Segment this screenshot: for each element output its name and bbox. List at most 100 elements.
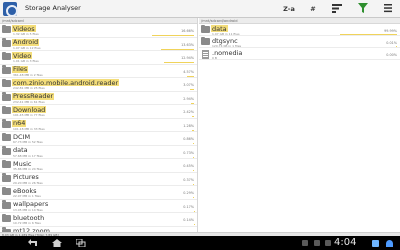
left-item-meta: 361.48 MB in 2 files xyxy=(13,72,43,77)
left-row[interactable]: Music 35.86 MB in 24 files 0.45% xyxy=(0,159,197,173)
folder-icon xyxy=(2,132,11,141)
left-item-percent: 1.28% xyxy=(183,123,194,128)
usage-bar xyxy=(340,33,397,35)
folder-icon xyxy=(2,51,11,60)
left-item-meta: 1.32 GB in 5 files xyxy=(13,32,39,37)
left-item-meta: 10.72 MB in 6 files xyxy=(13,221,41,226)
wifi-icon xyxy=(386,240,393,247)
left-item-percent: 0.86% xyxy=(183,137,194,141)
usb-icon xyxy=(314,240,320,246)
left-item-meta: 29.20 MB in 26 files xyxy=(13,180,43,185)
notification-icon xyxy=(302,240,308,246)
left-item-meta: 232.41 MB in 61 files xyxy=(13,99,45,104)
folder-icon xyxy=(2,24,11,33)
folder-icon xyxy=(2,92,11,101)
right-item-meta: 120.74 KB in 1 files xyxy=(212,43,242,48)
left-row[interactable]: bluetooth 10.72 MB in 6 files 0.14% xyxy=(0,213,197,227)
left-item-meta: 1.01 GB in 3 files xyxy=(13,59,39,64)
left-item-meta: 22.97 MB in 1 files xyxy=(13,194,41,199)
left-row[interactable]: wallpapers 13.05 MB in 14 files 0.17% xyxy=(0,200,197,213)
left-row[interactable]: n64 101.18 MB in 33 files 1.28% xyxy=(0,119,197,132)
usage-bar xyxy=(152,35,194,36)
back-icon[interactable] xyxy=(28,239,38,247)
left-row[interactable]: Download 191.45 MB in 77 files 2.42% xyxy=(0,105,197,119)
file-icon xyxy=(202,50,209,59)
right-item-percent: 99.99% xyxy=(384,29,397,33)
left-row[interactable]: DCIM 67.73 MB in 52 files 0.86% xyxy=(0,132,197,146)
app-icon[interactable] xyxy=(3,2,18,17)
left-item-meta: 13.05 MB in 14 files xyxy=(13,207,43,212)
usage-bar xyxy=(192,129,194,131)
left-row[interactable]: data 57.68 MB in 17 files 0.73% xyxy=(0,146,197,159)
home-icon[interactable] xyxy=(52,239,62,247)
filter-icon[interactable] xyxy=(357,3,369,15)
usage-bar xyxy=(191,116,194,117)
usage-bar xyxy=(193,170,194,171)
right-item-percent: 0.00% xyxy=(386,53,397,57)
left-item-meta: 67.73 MB in 52 files xyxy=(13,140,43,145)
left-row[interactable]: Files 361.48 MB in 2 files 4.57% xyxy=(0,65,197,78)
app-title: Storage Analyser xyxy=(25,4,81,12)
left-item-percent: 12.94% xyxy=(181,56,194,60)
left-item-percent: 2.42% xyxy=(183,110,194,114)
usage-bar xyxy=(192,143,194,144)
usage-bar xyxy=(192,156,194,158)
battery-icon xyxy=(372,240,379,247)
sort-by-count-button[interactable]: # xyxy=(307,3,319,15)
folder-icon xyxy=(2,105,11,114)
clock: 4:04 xyxy=(334,237,357,248)
folder-icon xyxy=(2,186,11,195)
left-row[interactable]: com.zinio.mobile.android.reader 242.81 MB… xyxy=(0,78,197,92)
left-row[interactable]: Videos 1.32 GB in 5 files 16.66% xyxy=(0,24,197,38)
left-row[interactable]: eBooks 22.97 MB in 1 files 0.29% xyxy=(0,186,197,200)
folder-icon xyxy=(2,146,11,155)
usage-bar xyxy=(193,183,194,185)
left-row[interactable]: Pictures 29.20 MB in 26 files 0.37% xyxy=(0,173,197,186)
usage-bar xyxy=(161,48,194,50)
right-pane: /mnt/sdcard/android data 1.07 GB in 11 fi… xyxy=(199,18,400,232)
left-item-meta: 35.86 MB in 24 files xyxy=(13,167,43,172)
usage-bar xyxy=(396,45,397,47)
size-icon[interactable] xyxy=(331,3,343,15)
left-item-percent: 16.66% xyxy=(181,29,194,33)
folder-icon xyxy=(2,213,11,222)
right-row[interactable]: dtgsync 120.74 KB in 1 files 0.01% xyxy=(199,36,400,48)
system-bar: 4:04 xyxy=(0,236,400,250)
sort-by-name-button[interactable]: Z-a xyxy=(282,3,296,15)
left-item-percent: 13.63% xyxy=(181,42,194,47)
android-icon xyxy=(325,240,331,246)
left-item-percent: 2.94% xyxy=(183,96,194,101)
left-item-percent: 0.37% xyxy=(183,177,194,182)
right-row[interactable]: data 1.07 GB in 11 files 99.99% xyxy=(199,24,400,36)
left-item-percent: 0.17% xyxy=(183,204,194,209)
menu-icon[interactable] xyxy=(382,3,394,15)
folder-icon xyxy=(201,24,210,33)
recent-apps-icon[interactable] xyxy=(75,238,86,248)
folder-icon xyxy=(2,78,11,87)
left-item-meta: 1.07 GB in 12 files xyxy=(13,45,41,50)
left-pane: /mnt/sdcard Videos 1.32 GB in 5 files 16.6… xyxy=(0,18,198,232)
right-item-meta: 0 B xyxy=(212,55,217,60)
left-item-meta: 101.18 MB in 33 files xyxy=(13,126,45,131)
folder-icon xyxy=(2,119,11,128)
right-item-percent: 0.01% xyxy=(386,41,397,45)
right-row[interactable]: .nomedia 0 B 0.00% xyxy=(199,48,400,60)
usage-bar xyxy=(193,197,194,198)
screen: Storage Analyser Z-a # /mnt/sdcard Video… xyxy=(0,0,400,250)
left-item-percent: 0.14% xyxy=(183,218,194,222)
left-item-percent: 4.57% xyxy=(183,69,194,74)
left-row[interactable]: Android 1.07 GB in 12 files 13.63% xyxy=(0,38,197,51)
left-item-percent: 0.45% xyxy=(183,164,194,168)
usage-bar xyxy=(186,75,194,77)
left-item-meta: 57.68 MB in 17 files xyxy=(13,153,43,158)
usage-bar xyxy=(191,102,194,104)
folder-icon xyxy=(2,159,11,168)
folder-icon xyxy=(2,38,11,47)
usage-bar xyxy=(190,89,194,90)
left-item-meta: 242.81 MB in 25 files xyxy=(13,86,45,91)
folder-icon xyxy=(2,173,11,182)
folder-icon xyxy=(2,200,11,209)
left-row[interactable]: Video 1.01 GB in 3 files 12.94% xyxy=(0,51,197,65)
left-row[interactable]: PressReader 232.41 MB in 61 files 2.94% xyxy=(0,92,197,105)
right-item-meta: 1.07 GB in 11 files xyxy=(212,31,240,36)
